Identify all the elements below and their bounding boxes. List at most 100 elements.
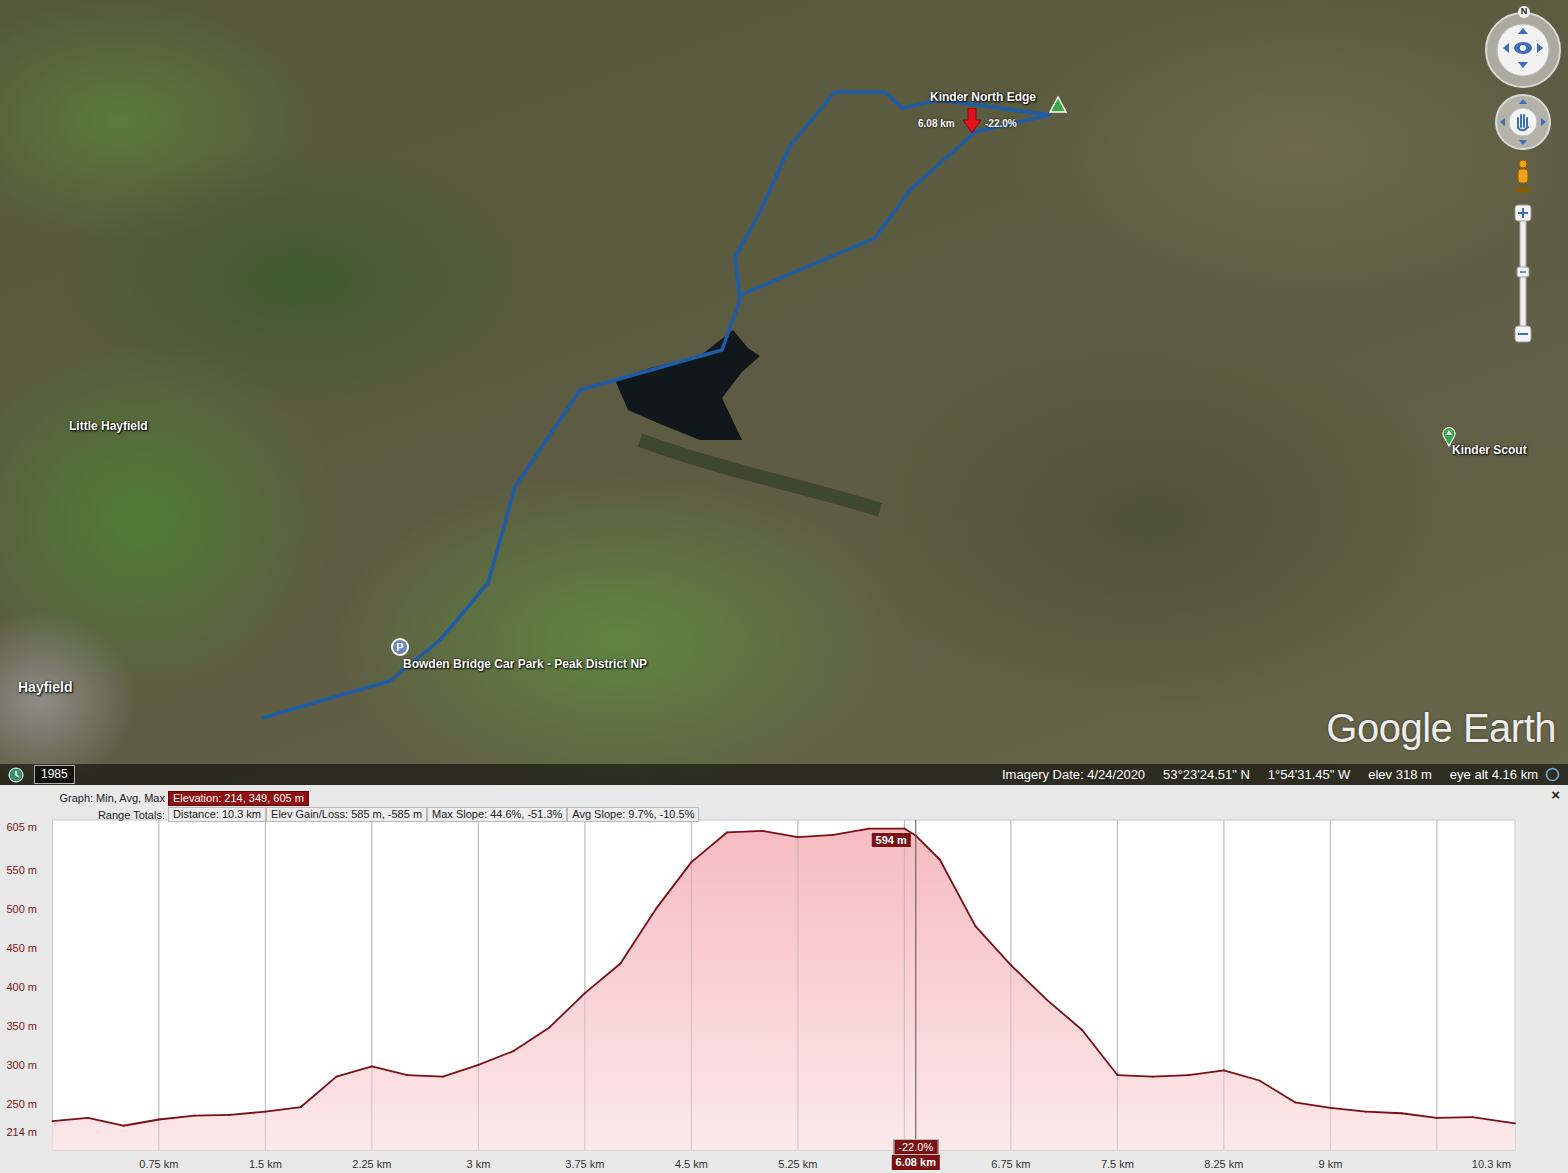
imagery-date: Imagery Date: 4/24/2020 — [1002, 765, 1145, 785]
map-label[interactable]: Kinder Scout — [1452, 443, 1527, 457]
clock-icon[interactable] — [8, 767, 24, 783]
profile-segment — [336, 1066, 372, 1076]
cursor-line[interactable] — [915, 820, 916, 1150]
x-tick: 0.75 km — [139, 1156, 178, 1173]
historical-imagery[interactable]: 1985 — [8, 765, 75, 784]
look-icon[interactable] — [1503, 28, 1543, 68]
elevation-profile[interactable]: Graph: Min, Avg, MaxElevation: 214, 349,… — [0, 785, 1568, 1173]
profile-segment — [691, 832, 727, 862]
eye-altitude: eye alt 4.16 km — [1450, 765, 1538, 785]
zoom-slider-thumb-icon[interactable] — [1517, 267, 1529, 277]
zoom-out-icon[interactable] — [1515, 326, 1531, 342]
status-info: Imagery Date: 4/24/2020 53°23'24.51" N 1°5… — [1002, 765, 1538, 785]
x-tick: 8.25 km — [1204, 1156, 1243, 1173]
y-tick: 550 m — [0, 862, 37, 879]
elevation-summary[interactable]: Elevation: 214, 349, 605 m — [168, 791, 309, 806]
street-view-icon[interactable] — [1515, 160, 1531, 193]
imagery-year[interactable]: 1985 — [34, 765, 75, 784]
x-tick: 9 km — [1318, 1156, 1342, 1173]
profile-segment — [762, 831, 798, 837]
position-arrow-icon — [963, 108, 981, 134]
x-tick: 3.75 km — [565, 1156, 604, 1173]
profile-segment — [549, 993, 585, 1027]
cursor-elevation: 594 m — [872, 833, 911, 847]
profile-segment — [1011, 965, 1047, 999]
profile-segment — [301, 1077, 337, 1107]
profile-area — [52, 829, 1515, 1150]
profile-segment — [833, 829, 869, 835]
profile-segment — [88, 1118, 124, 1126]
profile-segment — [265, 1107, 301, 1112]
terrain-overlay — [0, 0, 1568, 785]
elevation-readout: elev 318 m — [1368, 765, 1432, 785]
google-earth-watermark: Google Earth — [1326, 698, 1556, 758]
range-total[interactable]: Elev Gain/Loss: 585 m, -585 m — [266, 807, 427, 822]
y-tick: 350 m — [0, 1018, 37, 1035]
profile-segment — [1401, 1113, 1437, 1118]
map-label[interactable]: Bowden Bridge Car Park - Peak District N… — [403, 657, 647, 671]
y-tick: 250 m — [0, 1096, 37, 1113]
range-label: Range Totals: — [0, 807, 168, 824]
x-tick: 4.5 km — [675, 1156, 708, 1173]
zoom-in-icon[interactable] — [1515, 205, 1531, 221]
range-total[interactable]: Distance: 10.3 km — [168, 807, 266, 822]
pan-icon[interactable] — [1500, 99, 1546, 145]
map-label[interactable]: Little Hayfield — [69, 419, 148, 433]
parking-icon[interactable]: P — [391, 638, 409, 656]
navigation-controls[interactable] — [1472, 0, 1568, 350]
reservoir — [615, 330, 760, 440]
x-tick: 7.5 km — [1101, 1156, 1134, 1173]
range-total[interactable]: Max Slope: 44.6%, -51.3% — [427, 807, 567, 822]
close-button[interactable]: × — [1551, 787, 1560, 802]
profile-segment — [1082, 1030, 1118, 1075]
profile-segment — [798, 835, 834, 837]
status-bar: 1985 Imagery Date: 4/24/2020 53°23'24.51" … — [0, 764, 1568, 785]
y-tick: 300 m — [0, 1057, 37, 1074]
graph-label: Graph: Min, Avg, Max — [0, 790, 168, 807]
summit-icon[interactable] — [1049, 95, 1067, 117]
profile-segment — [975, 926, 1011, 965]
profile-segment — [1472, 1117, 1515, 1123]
cursor-distance: 6.08 km — [892, 1155, 940, 1170]
profile-segment — [916, 836, 940, 860]
chart-header: Graph: Min, Avg, MaxElevation: 214, 349,… — [0, 785, 1568, 823]
y-tick: 214 m — [0, 1124, 37, 1141]
map-label[interactable]: Kinder North Edge — [930, 90, 1036, 104]
x-tick: 10.3 km — [1472, 1156, 1511, 1173]
profile-segment — [52, 1118, 88, 1121]
compass-north[interactable]: N — [1518, 6, 1530, 18]
profile-segment — [656, 862, 692, 909]
profile-segment — [123, 1120, 158, 1126]
profile-segment — [1153, 1075, 1189, 1077]
profile-segment — [230, 1112, 266, 1115]
y-tick: 400 m — [0, 979, 37, 996]
cursor-slope: -22.0% — [893, 1139, 938, 1155]
profile-segment — [1224, 1070, 1260, 1080]
profile-chart[interactable] — [0, 785, 1568, 1173]
streaming-icon — [1545, 767, 1560, 782]
x-tick: 1.5 km — [249, 1156, 282, 1173]
graph-row: Graph: Min, Avg, MaxElevation: 214, 349,… — [0, 790, 1568, 807]
marker-slope: -22.0% — [985, 116, 1017, 131]
profile-segment — [1188, 1070, 1224, 1075]
profile-segment — [407, 1075, 443, 1077]
range-total[interactable]: Avg Slope: 9.7%, -10.5% — [567, 807, 699, 822]
profile-segment — [585, 964, 621, 994]
marker-distance: 6.08 km — [918, 116, 955, 131]
latitude: 53°23'24.51" N — [1163, 765, 1250, 785]
map-label[interactable]: Hayfield — [18, 679, 72, 696]
profile-segment — [620, 909, 656, 964]
x-tick: 3 km — [466, 1156, 490, 1173]
longitude: 1°54'31.45" W — [1268, 765, 1350, 785]
x-tick: 2.25 km — [352, 1156, 391, 1173]
profile-segment — [372, 1066, 408, 1075]
y-tick: 450 m — [0, 940, 37, 957]
y-tick: 605 m — [0, 819, 37, 836]
map-view[interactable]: Kinder North Edge Little Hayfield Kinder S… — [0, 0, 1568, 785]
profile-segment — [1259, 1081, 1295, 1103]
profile-segment — [1046, 999, 1082, 1029]
profile-segment — [194, 1114, 230, 1117]
totals-row: Range Totals:Distance: 10.3 kmElev Gain/… — [0, 807, 1568, 824]
profile-segment — [727, 831, 763, 833]
profile-segment — [869, 828, 905, 830]
